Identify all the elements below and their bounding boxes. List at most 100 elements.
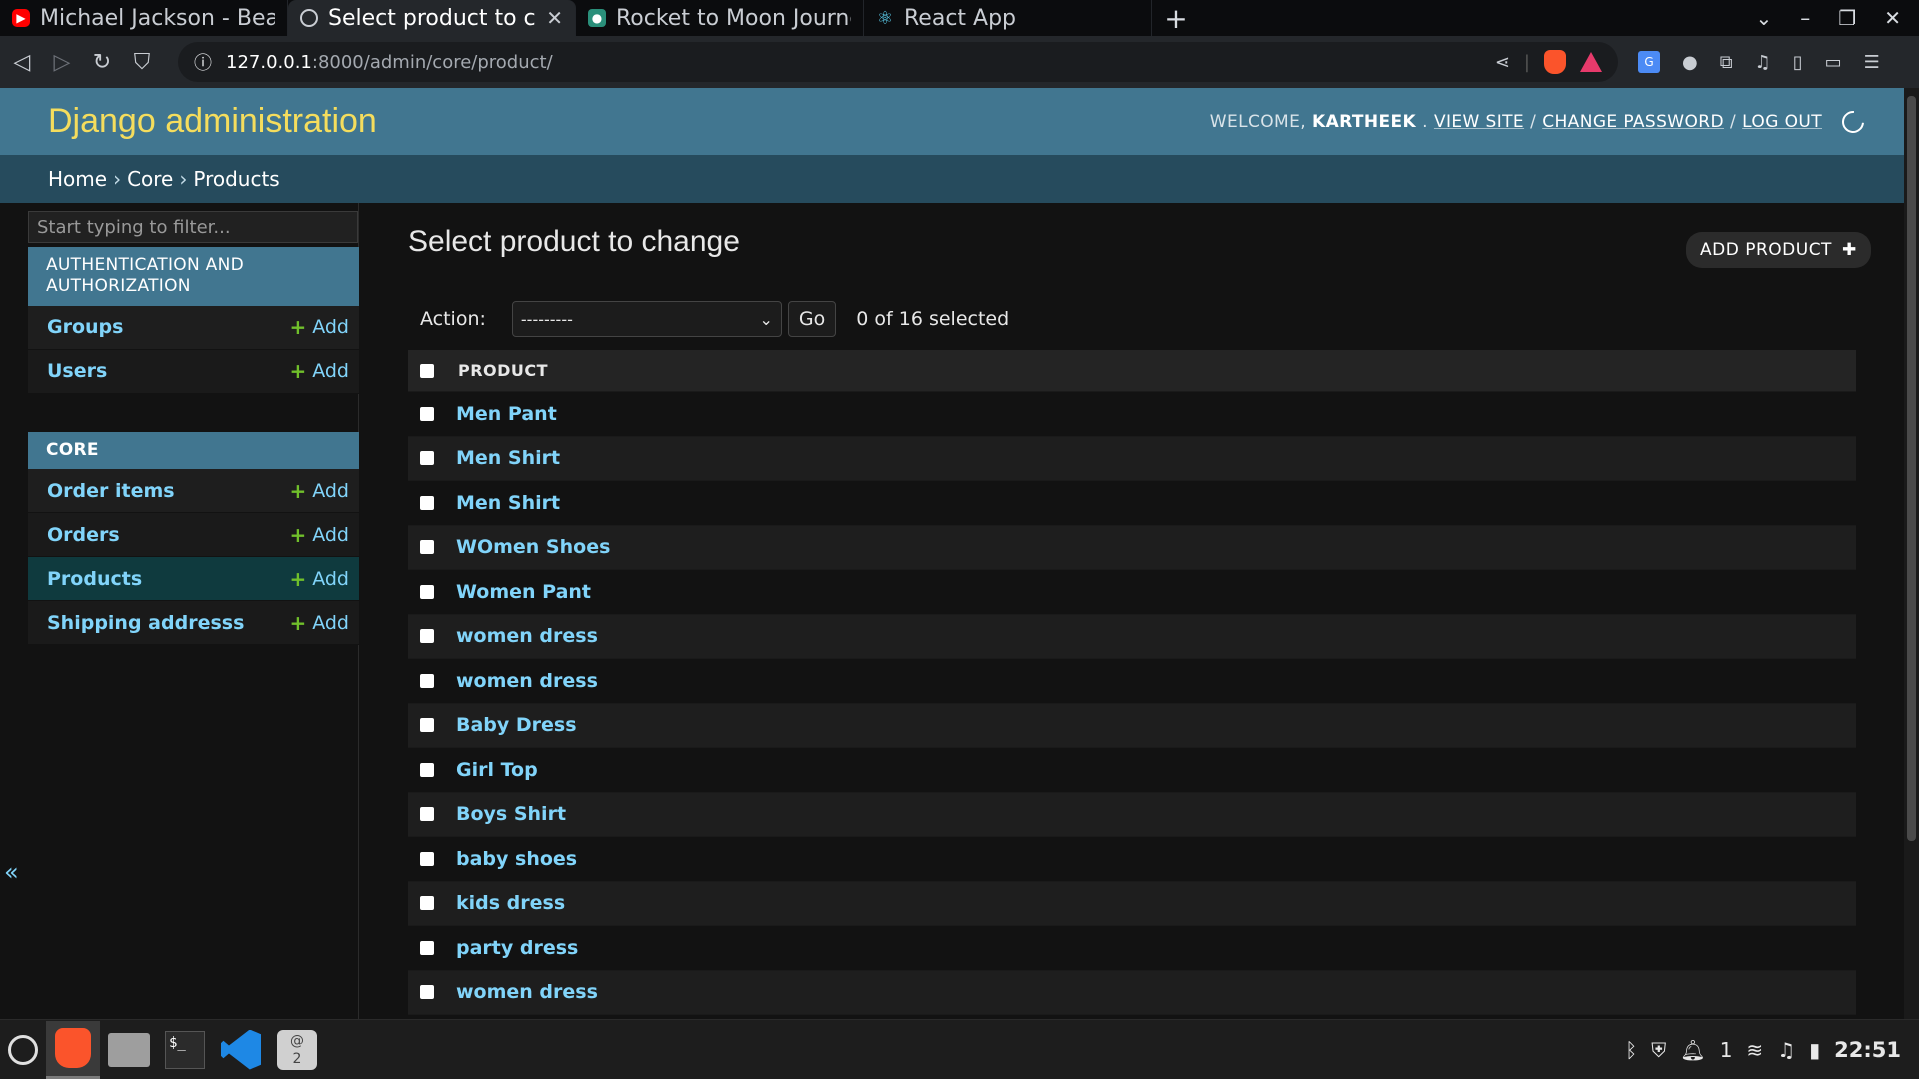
share-icon[interactable]: ⋖ — [1495, 52, 1510, 73]
start-menu-button[interactable] — [2, 1029, 44, 1071]
row-checkbox[interactable] — [420, 540, 434, 555]
close-window-icon[interactable]: ✕ — [1884, 6, 1901, 30]
bluetooth-icon[interactable]: ᛒ — [1625, 1038, 1637, 1062]
module-caption[interactable]: AUTHENTICATION AND AUTHORIZATION — [28, 247, 359, 306]
add-link[interactable]: + Add — [289, 523, 349, 547]
model-link[interactable]: Groups — [47, 316, 123, 338]
row-checkbox[interactable] — [420, 896, 434, 911]
battery-icon[interactable]: ▮ — [1809, 1038, 1820, 1062]
taskbar-mail[interactable]: @2 — [270, 1021, 324, 1079]
tab-select-product[interactable]: Select product to ch ✕ — [288, 0, 576, 36]
breadcrumb-core[interactable]: Core — [127, 167, 173, 191]
chevron-down-icon[interactable]: ⌄ — [1756, 6, 1773, 30]
add-link[interactable]: + Add — [289, 567, 349, 591]
row-checkbox[interactable] — [420, 584, 434, 599]
bookmark-icon[interactable]: ⛉ — [132, 50, 152, 75]
wifi-icon[interactable]: ≋ — [1746, 1038, 1763, 1062]
column-header-product[interactable]: PRODUCT — [458, 361, 548, 380]
puzzle-icon[interactable]: ⧉ — [1720, 52, 1733, 73]
tab-michael-jackson[interactable]: ▶ Michael Jackson - Bea — [0, 0, 288, 36]
taskbar-brave[interactable] — [46, 1020, 100, 1079]
sidebar-item-order-items[interactable]: Order items + Add — [28, 469, 359, 514]
sidebar-item-groups[interactable]: Groups + Add — [28, 305, 359, 350]
model-link[interactable]: Order items — [47, 480, 175, 502]
wallet-icon[interactable]: ▭ — [1825, 52, 1842, 73]
notification-icon[interactable]: 🔔︎ — [1680, 1038, 1705, 1062]
sound-icon[interactable]: ♫ — [1777, 1038, 1795, 1062]
product-link[interactable]: Women Pant — [456, 581, 591, 603]
module-caption[interactable]: CORE — [28, 432, 359, 470]
product-link[interactable]: Men Pant — [456, 403, 557, 425]
model-link[interactable]: Users — [47, 360, 107, 382]
row-checkbox[interactable] — [420, 495, 434, 510]
row-checkbox[interactable] — [420, 851, 434, 866]
product-link[interactable]: women dress — [456, 625, 598, 647]
product-link[interactable]: Baby Dress — [456, 714, 577, 736]
row-checkbox[interactable] — [420, 406, 434, 421]
change-password-link[interactable]: CHANGE PASSWORD — [1542, 112, 1724, 132]
go-button[interactable]: Go — [787, 301, 837, 337]
row-checkbox[interactable] — [420, 940, 434, 955]
select-all-checkbox[interactable] — [420, 363, 434, 378]
back-icon[interactable]: ◁ — [12, 50, 32, 75]
sidebar-icon[interactable]: ▯ — [1793, 52, 1803, 73]
sidebar-item-users[interactable]: Users + Add — [28, 349, 359, 394]
product-link[interactable]: Men Shirt — [456, 447, 560, 469]
new-tab-button[interactable]: + — [1152, 0, 1200, 36]
close-icon[interactable]: ✕ — [546, 6, 563, 30]
product-link[interactable]: women dress — [456, 981, 598, 1003]
product-link[interactable]: kids dress — [456, 892, 565, 914]
row-checkbox[interactable] — [420, 673, 434, 688]
model-link[interactable]: Orders — [47, 524, 120, 546]
row-checkbox[interactable] — [420, 985, 434, 1000]
info-icon[interactable]: ⓘ — [194, 49, 212, 75]
page-scrollbar[interactable] — [1904, 88, 1919, 1019]
add-link[interactable]: + Add — [289, 359, 349, 383]
add-link[interactable]: + Add — [289, 611, 349, 635]
brave-shields-icon[interactable] — [1544, 50, 1566, 74]
shield-icon[interactable]: ⛨ — [1651, 1038, 1666, 1062]
scrollbar-thumb[interactable] — [1907, 96, 1916, 841]
log-out-link[interactable]: LOG OUT — [1742, 112, 1822, 132]
extension-icon[interactable]: ● — [1682, 52, 1698, 73]
add-link[interactable]: + Add — [289, 479, 349, 503]
restore-icon[interactable]: ❐ — [1838, 6, 1856, 30]
product-link[interactable]: party dress — [456, 937, 578, 959]
add-link[interactable]: + Add — [289, 315, 349, 339]
sidebar-item-products[interactable]: Products + Add — [28, 557, 359, 602]
taskbar-vscode[interactable] — [214, 1021, 268, 1079]
sidebar-toggle-button[interactable]: « — [4, 858, 19, 886]
model-link[interactable]: Shipping addresss — [47, 612, 244, 634]
taskbar-terminal[interactable]: $_ — [158, 1021, 212, 1079]
row-checkbox[interactable] — [420, 629, 434, 644]
brave-rewards-icon[interactable] — [1580, 52, 1602, 72]
sidebar-item-orders[interactable]: Orders + Add — [28, 513, 359, 558]
taskbar-files[interactable] — [102, 1021, 156, 1079]
row-checkbox[interactable] — [420, 807, 434, 822]
nav-filter-input[interactable]: Start typing to filter... — [28, 211, 358, 243]
minimize-icon[interactable]: – — [1800, 6, 1810, 30]
product-link[interactable]: Boys Shirt — [456, 803, 566, 825]
breadcrumb-home[interactable]: Home — [48, 167, 107, 191]
model-link[interactable]: Products — [47, 568, 142, 590]
forward-icon[interactable]: ▷ — [52, 50, 72, 75]
translate-icon[interactable]: G — [1638, 51, 1660, 73]
action-select[interactable]: --------- ⌄ — [511, 301, 782, 337]
menu-icon[interactable]: ☰ — [1864, 52, 1880, 73]
theme-toggle-icon[interactable] — [1837, 106, 1869, 137]
tab-react-app[interactable]: ⚛ React App — [864, 0, 1152, 36]
row-checkbox[interactable] — [420, 718, 434, 733]
product-link[interactable]: women dress — [456, 670, 598, 692]
row-checkbox[interactable] — [420, 762, 434, 777]
view-site-link[interactable]: VIEW SITE — [1434, 112, 1524, 132]
clock[interactable]: 22:51 — [1834, 1038, 1901, 1062]
product-link[interactable]: WOmen Shoes — [456, 536, 610, 558]
product-link[interactable]: Girl Top — [456, 759, 538, 781]
sidebar-item-shipping-addresss[interactable]: Shipping addresss + Add — [28, 601, 359, 646]
product-link[interactable]: Men Shirt — [456, 492, 560, 514]
add-product-button[interactable]: ADD PRODUCT ✚ — [1686, 232, 1871, 268]
music-icon[interactable]: ♫ — [1755, 52, 1771, 73]
tab-rocket-to-moon[interactable]: ● Rocket to Moon Journe — [576, 0, 864, 36]
row-checkbox[interactable] — [420, 451, 434, 466]
site-branding[interactable]: Django administration — [48, 102, 377, 141]
